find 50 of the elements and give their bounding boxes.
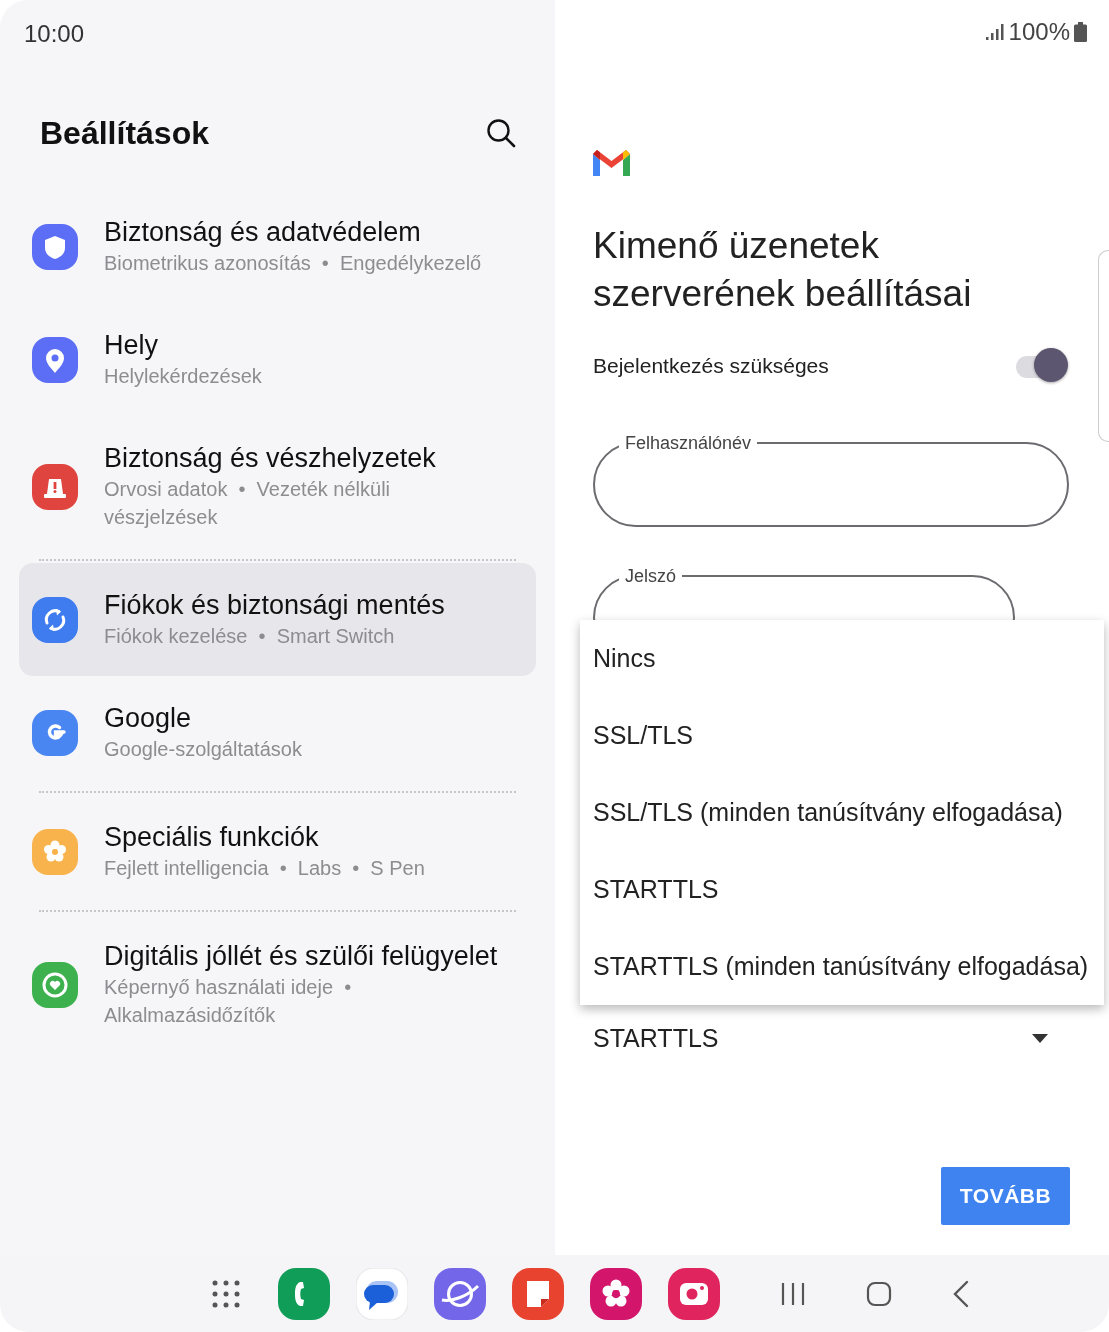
username-field[interactable]: Felhasználónév <box>593 434 1069 527</box>
toggle-switch[interactable] <box>1016 348 1068 384</box>
item-subtitle: Orvosi adatok • Vezeték nélküli vészjelzések <box>104 477 392 530</box>
menu-option[interactable]: STARTTLS (minden tanúsítvány elfogadása) <box>580 928 1104 1005</box>
item-subtitle: Google-szolgáltatások <box>104 737 302 762</box>
edge-handle[interactable] <box>1098 250 1109 442</box>
camera-icon[interactable] <box>668 1267 720 1320</box>
item-title: Fiókok és biztonsági mentés <box>104 589 445 622</box>
settings-item[interactable]: Speciális funkciók Fejlett intelligencia • Labs • S Pen <box>19 795 536 908</box>
item-subtitle: Helylekérdezések <box>104 364 262 389</box>
recents-icon[interactable] <box>780 1280 806 1307</box>
item-title: Speciális funkciók <box>104 821 320 854</box>
menu-option[interactable]: Nincs <box>580 620 1104 697</box>
phone-icon[interactable] <box>278 1267 330 1320</box>
toggle-label: Bejelentkezés szükséges <box>593 353 829 380</box>
signal-icon <box>984 23 1005 41</box>
settings-item[interactable]: Google Google-szolgáltatások <box>19 676 536 789</box>
settings-item[interactable]: Digitális jóllét és szülői felügyelet Képernyő használati ideje • Alkalmazásidőzítők <box>19 914 536 1055</box>
item-subtitle: Fiókok kezelése • Smart Switch <box>104 624 396 649</box>
next-button[interactable]: TOVÁBB <box>941 1167 1070 1225</box>
item-title: Digitális jóllét és szülői felügyelet <box>104 940 499 973</box>
item-title: Biztonság és vészhelyzetek <box>104 442 437 475</box>
item-title: Biztonság és adatvédelem <box>104 216 422 249</box>
page-title: Beállítások <box>40 113 209 153</box>
back-icon[interactable] <box>952 1279 970 1308</box>
settings-item[interactable]: Biztonság és adatvédelem Biometrikus azonosítás • Engedélykezelő <box>19 190 536 303</box>
battery-icon <box>1074 22 1087 42</box>
item-title: Google <box>104 702 193 735</box>
item-subtitle: Fejlett intelligencia • Labs • S Pen <box>104 856 425 881</box>
item-title: Hely <box>104 329 159 362</box>
home-icon[interactable] <box>866 1280 892 1307</box>
planet-icon[interactable] <box>434 1267 486 1320</box>
settings-item[interactable]: Fiókok és biztonsági mentés Fiókok kezelése • Smart Switch <box>19 563 536 676</box>
clock-time: 10:00 <box>23 19 86 49</box>
item-subtitle: Képernyő használati ideje • Alkalmazásidőzítők <box>104 975 353 1028</box>
chat-bubble-icon[interactable] <box>356 1267 408 1320</box>
menu-option[interactable]: SSL/TLS (minden tanúsítvány elfogadása) <box>580 774 1104 851</box>
settings-item[interactable]: Biztonság és vészhelyzetek Orvosi adatok • Vezeték nélküli vészjelzések <box>19 416 536 557</box>
security-select[interactable]: STARTTLS <box>593 1019 1063 1057</box>
note-icon[interactable] <box>512 1267 564 1320</box>
page-heading: Kimenő üzenetek szerverének beállításai <box>593 224 973 316</box>
flower-icon[interactable] <box>590 1267 642 1320</box>
battery-percent: 100% <box>1008 17 1070 47</box>
mail-logo <box>593 150 630 178</box>
menu-option[interactable]: SSL/TLS <box>580 697 1104 774</box>
menu-option[interactable]: STARTTLS <box>580 851 1104 928</box>
settings-item[interactable]: Hely Helylekérdezések <box>19 303 536 416</box>
item-subtitle: Biometrikus azonosítás • Engedélykezelő <box>104 251 482 276</box>
search-icon[interactable] <box>486 118 516 148</box>
caret-icon <box>1032 1033 1048 1043</box>
